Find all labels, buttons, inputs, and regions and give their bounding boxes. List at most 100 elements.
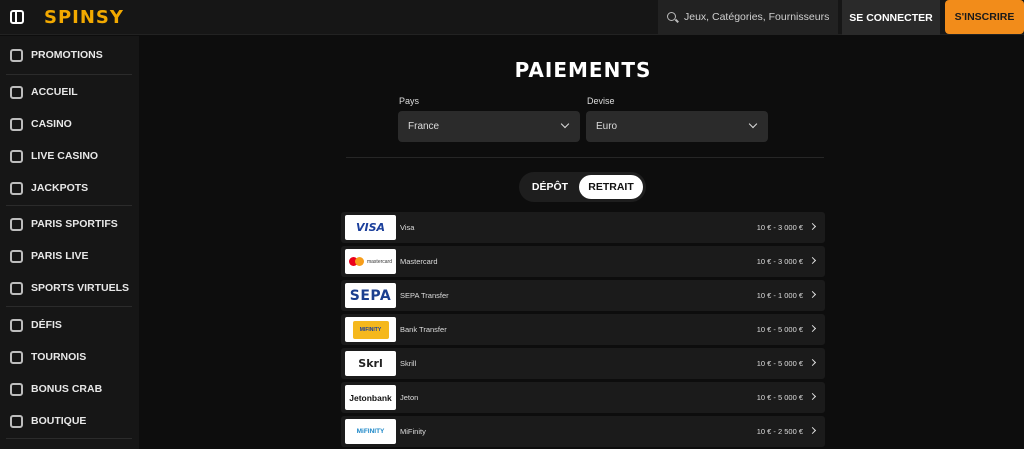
chevron-right-icon [808, 324, 817, 333]
payment-method-name: MiFinity [400, 427, 426, 436]
sidebar-item-label: CASINO [31, 118, 72, 130]
sidebar-item-defis[interactable]: DÉFIS [0, 311, 139, 339]
currency-select[interactable]: Euro [586, 111, 768, 142]
shop-icon [10, 414, 23, 428]
payment-method-name: Jeton [400, 393, 419, 402]
payment-method-limits: 10 € - 1 000 € [756, 291, 803, 300]
payment-method-name: Skrill [400, 359, 417, 368]
payment-method-limits: 10 € - 5 000 € [756, 325, 803, 334]
chevron-right-icon [808, 290, 817, 299]
sidebar-divider [6, 438, 132, 439]
mastercard-orange-circle [354, 257, 364, 266]
bank-transfer-logo: MIFINITY [345, 317, 396, 342]
payment-method-limits: 10 € - 3 000 € [756, 223, 803, 232]
mastercard-logo: mastercard [345, 249, 396, 274]
sidebar-item-bonus-crab[interactable]: BONUS CRAB [0, 375, 139, 403]
sidebar-item-label: BOUTIQUE [31, 415, 87, 427]
search-input[interactable]: Jeux, Catégories, Fournisseurs [658, 0, 838, 35]
payment-method-jeton[interactable]: Jetonbank Jeton 10 € - 5 000 € [341, 382, 825, 413]
mastercard-logo-text: mastercard [366, 258, 392, 265]
trophy-icon [10, 350, 23, 364]
signup-button[interactable]: S'INSCRIRE [945, 0, 1024, 34]
sidebar-item-sports-virtuels[interactable]: SPORTS VIRTUELS [0, 274, 139, 302]
tab-deposit[interactable]: DÉPÔT [523, 175, 577, 199]
bank-transfer-logo-text: MIFINITY [352, 320, 389, 339]
sidebar-item-label: JACKPOTS [31, 182, 89, 194]
skrill-logo-text: Skrl [358, 357, 383, 370]
section-divider [346, 157, 824, 158]
tab-withdraw[interactable]: RETRAIT [579, 175, 643, 199]
home-icon [10, 85, 23, 99]
chevron-right-icon [808, 222, 817, 231]
payment-method-name: SEPA Transfer [400, 291, 449, 300]
live-tv-icon [10, 249, 23, 263]
sidebar-item-tournois[interactable]: TOURNOIS [0, 343, 139, 371]
payment-method-limits: 10 € - 5 000 € [756, 393, 803, 402]
chevron-right-icon [808, 256, 817, 265]
sidebar-item-paris-sportifs[interactable]: PARIS SPORTIFS [0, 210, 139, 238]
jackpot-icon [10, 181, 23, 195]
sidebar-item-label: PARIS SPORTIFS [31, 218, 118, 230]
sidebar: PROMOTIONS ACCUEIL CASINO LIVE CASINO JA… [0, 36, 139, 449]
live-dealer-icon [10, 149, 23, 163]
sidebar-item-label: PARIS LIVE [31, 250, 89, 262]
sidebar-item-live-casino[interactable]: LIVE CASINO [0, 142, 139, 170]
site-logo[interactable]: SPINSY [44, 7, 124, 28]
payment-method-name: Visa [400, 223, 415, 232]
page-title: PAIEMENTS [514, 58, 652, 82]
sidebar-item-paris-live[interactable]: PARIS LIVE [0, 242, 139, 270]
sidebar-item-boutique[interactable]: BOUTIQUE [0, 407, 139, 435]
payment-method-mifinity[interactable]: MiFINITY MiFinity 10 € - 2 500 € [341, 416, 825, 447]
virtual-sports-icon [10, 281, 23, 295]
payment-method-limits: 10 € - 3 000 € [756, 257, 803, 266]
mifinity-logo-text: MiFINITY [356, 428, 385, 435]
sepa-logo-text: SEPA [349, 287, 392, 304]
currency-value: Euro [596, 121, 618, 132]
search-placeholder: Jeux, Catégories, Fournisseurs [684, 11, 830, 23]
sidebar-divider [6, 205, 132, 206]
payment-method-sepa[interactable]: SEPA SEPA Transfer 10 € - 1 000 € [341, 280, 825, 311]
chevron-right-icon [808, 358, 817, 367]
jeton-logo-text: Jetonbank [349, 392, 392, 403]
payment-method-visa[interactable]: VISA Visa 10 € - 3 000 € [341, 212, 825, 243]
sidebar-item-label: BONUS CRAB [31, 383, 103, 395]
payment-method-name: Mastercard [400, 257, 438, 266]
crab-icon [10, 382, 23, 396]
chevron-right-icon [808, 392, 817, 401]
sidebar-item-label: ACCUEIL [31, 86, 78, 98]
country-value: France [408, 121, 440, 132]
chevron-right-icon [808, 426, 817, 435]
visa-logo: VISA [345, 215, 396, 240]
skrill-logo: Skrl [345, 351, 396, 376]
payment-method-limits: 10 € - 5 000 € [756, 359, 803, 368]
payment-method-limits: 10 € - 2 500 € [756, 427, 803, 436]
sidebar-item-label: DÉFIS [31, 319, 62, 331]
payment-method-name: Bank Transfer [400, 325, 447, 334]
mifinity-logo: MiFINITY [345, 419, 396, 444]
currency-label: Devise [587, 96, 615, 106]
sidebar-divider [6, 306, 132, 307]
chevron-down-icon [748, 119, 758, 129]
country-select[interactable]: France [398, 111, 580, 142]
visa-logo-text: VISA [355, 221, 386, 234]
top-bar: SPINSY Jeux, Catégories, Fournisseurs SE… [0, 0, 1024, 35]
sidebar-item-jackpots[interactable]: JACKPOTS [0, 174, 139, 202]
payment-type-toggle: DÉPÔT RETRAIT [519, 172, 646, 202]
sidebar-item-accueil[interactable]: ACCUEIL [0, 78, 139, 106]
payment-method-skrill[interactable]: Skrl Skrill 10 € - 5 000 € [341, 348, 825, 379]
sidebar-item-label: SPORTS VIRTUELS [31, 282, 130, 294]
soccer-ball-icon [10, 217, 23, 231]
sidebar-item-label: TOURNOIS [31, 351, 87, 363]
login-button[interactable]: SE CONNECTER [842, 0, 940, 35]
search-icon [667, 12, 676, 21]
sepa-logo: SEPA [345, 283, 396, 308]
sidebar-item-casino[interactable]: CASINO [0, 110, 139, 138]
sidebar-toggle-icon[interactable] [10, 10, 24, 24]
payment-method-bank-transfer[interactable]: MIFINITY Bank Transfer 10 € - 5 000 € [341, 314, 825, 345]
jeton-logo: Jetonbank [345, 385, 396, 410]
slot-machine-icon [10, 117, 23, 131]
sidebar-item-label: LIVE CASINO [31, 150, 99, 162]
country-label: Pays [399, 96, 420, 106]
challenge-icon [10, 318, 23, 332]
payment-method-mastercard[interactable]: mastercard Mastercard 10 € - 3 000 € [341, 246, 825, 277]
